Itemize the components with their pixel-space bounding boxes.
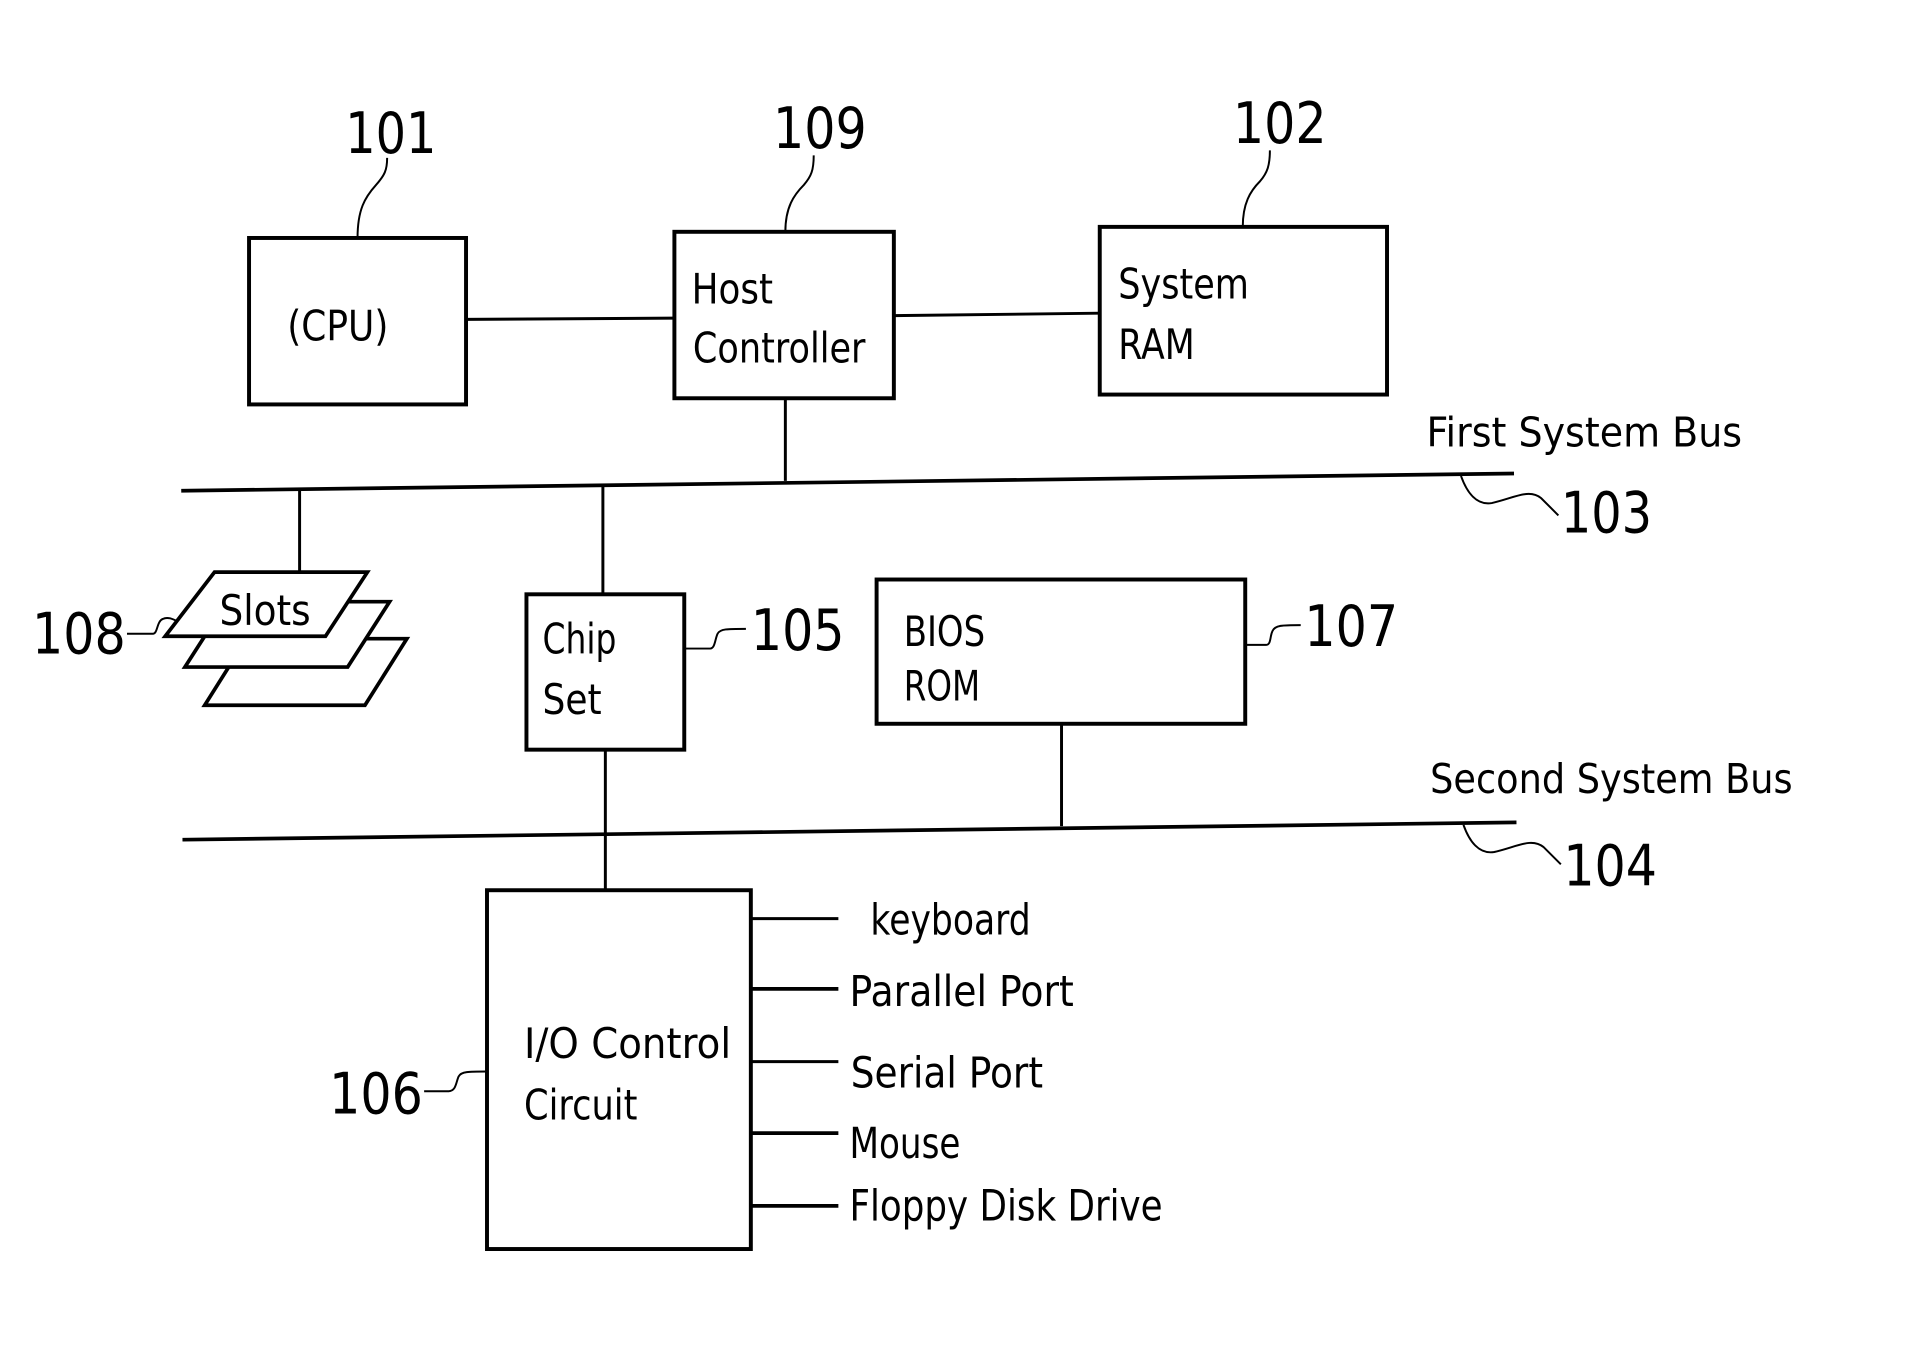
- port-label-serial: Serial Port: [851, 1049, 1043, 1099]
- slots-ref-number: 108: [32, 601, 126, 667]
- host-controller-box: [672, 229, 896, 401]
- cpu-ref-number: 101: [345, 101, 436, 167]
- slots-label: Slots: [219, 586, 310, 635]
- first-bus-ref-leader: [1460, 475, 1560, 517]
- port-label-mouse: Mouse: [849, 1119, 960, 1169]
- io-control-ref-leader: [424, 1070, 487, 1093]
- host-controller-ref-number: 109: [773, 96, 867, 162]
- port-label-keyboard: keyboard: [870, 896, 1030, 946]
- system-block-diagram: (CPU) 101 Host Controller 109 System RAM…: [32, 91, 1793, 1252]
- chip-set-ref-number: 105: [751, 598, 845, 664]
- io-control-label-line2: Circuit: [524, 1081, 637, 1130]
- system-ram-label-line2: RAM: [1118, 320, 1194, 369]
- host-controller-ref-leader: [784, 155, 815, 232]
- cpu-ref-leader: [356, 157, 389, 238]
- system-ram-label-line1: System: [1118, 259, 1249, 308]
- bios-rom-ref-leader: [1245, 624, 1301, 646]
- first-system-bus: [181, 471, 1515, 493]
- bios-rom-label-line2: ROM: [904, 661, 980, 710]
- system-ram-box: [1097, 224, 1389, 397]
- second-bus-ref-leader: [1462, 824, 1562, 866]
- second-bus-ref-number: 104: [1563, 833, 1657, 899]
- io-control-box: [485, 888, 753, 1252]
- chip-set-ref-leader: [684, 627, 746, 650]
- first-bus-label: First System Bus: [1426, 408, 1742, 456]
- io-control-label-line1: I/O Control: [524, 1019, 731, 1068]
- host-controller-label-line1: Host: [692, 264, 773, 313]
- port-label-floppy: Floppy Disk Drive: [849, 1182, 1162, 1232]
- io-control-ref-number: 106: [329, 1061, 423, 1127]
- second-system-bus: [182, 820, 1517, 842]
- system-ram-ref-leader: [1241, 150, 1271, 227]
- cpu-host-link: [466, 316, 675, 321]
- bios-rom-label-line1: BIOS: [904, 607, 985, 656]
- first-bus-ref-number: 103: [1561, 481, 1652, 547]
- bios-rom-ref-number: 107: [1304, 594, 1398, 660]
- chip-set-label-line2: Set: [542, 675, 601, 724]
- chip-set-label-line1: Chip: [542, 614, 616, 663]
- host-ram-link: [893, 311, 1100, 318]
- second-bus-label: Second System Bus: [1430, 755, 1792, 803]
- port-label-parallel: Parallel Port: [849, 967, 1073, 1017]
- cpu-label: (CPU): [287, 301, 388, 350]
- system-ram-ref-number: 102: [1233, 91, 1327, 157]
- host-controller-label-line2: Controller: [693, 324, 866, 373]
